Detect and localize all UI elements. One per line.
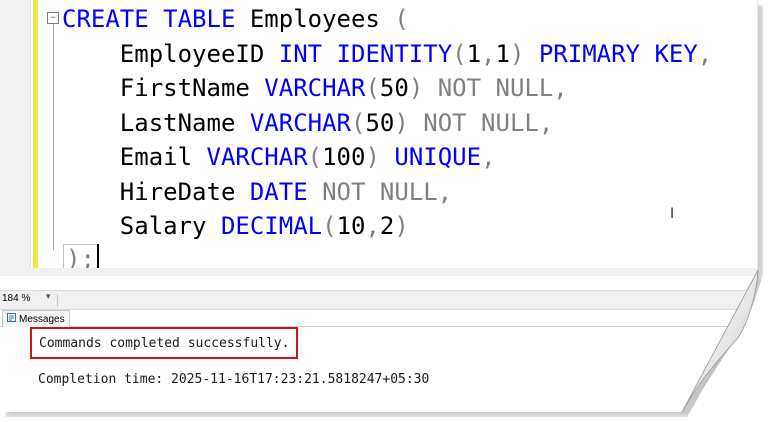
completion-time: Completion time: 2025-11-16T17:23:21.581… — [38, 372, 430, 387]
sql-code[interactable]: CREATE TABLE Employees ( EmployeeID INT … — [62, 2, 712, 244]
outline-guide-line — [53, 20, 54, 250]
code-token: , — [365, 212, 380, 240]
zoom-level[interactable]: 184 % — [2, 293, 30, 304]
code-token: 10 — [336, 212, 366, 240]
code-token: VARCHAR — [264, 74, 366, 102]
code-token: 2 — [379, 212, 395, 240]
code-token: VARCHAR — [206, 143, 308, 171]
code-token: , — [697, 39, 713, 68]
code-line[interactable]: CREATE TABLE Employees ( — [62, 2, 712, 37]
code-token: ( — [452, 39, 467, 68]
success-highlight-box: Commands completed successfully. — [30, 327, 299, 359]
code-line[interactable]: FirstName VARCHAR(50) NOT NULL, — [62, 71, 712, 106]
code-token: 100 — [322, 143, 366, 171]
code-token: ( — [351, 108, 366, 137]
vertical-scrollbar[interactable] — [757, 0, 758, 268]
code-token: , — [481, 39, 496, 68]
editor-margin — [0, 0, 31, 268]
code-token: HireDate — [62, 177, 250, 206]
zoom-dropdown-icon[interactable]: ▾ — [46, 292, 51, 302]
code-line[interactable]: Email VARCHAR(100) UNIQUE, — [62, 140, 712, 175]
code-line[interactable]: EmployeeID INT IDENTITY(1,1) PRIMARY KEY… — [62, 37, 712, 72]
code-token: Email — [62, 143, 207, 171]
code-token: VARCHAR — [249, 108, 351, 137]
messages-icon — [7, 313, 16, 325]
code-token: ( — [307, 143, 323, 171]
code-token: 50 — [365, 108, 395, 137]
code-line[interactable]: HireDate DATE NOT NULL, — [62, 175, 712, 210]
code-token: EmployeeID — [62, 39, 279, 68]
success-message: Commands completed successfully. — [39, 335, 290, 351]
code-token: PRIMARY KEY — [524, 39, 698, 68]
code-token: ) — [408, 74, 424, 102]
change-tracking-bar — [33, 0, 38, 276]
tab-messages-label: Messages — [19, 313, 65, 325]
code-token: NOT NULL, — [423, 74, 568, 102]
zoom-separator — [57, 294, 58, 307]
code-line[interactable]: LastName VARCHAR(50) NOT NULL, — [62, 106, 712, 141]
code-token: ) — [394, 108, 409, 137]
page-curl — [681, 269, 759, 413]
code-token: 50 — [379, 74, 409, 102]
code-token: Salary — [62, 212, 221, 240]
code-token: ) — [365, 143, 380, 171]
code-token: ) — [509, 39, 525, 68]
code-token: FirstName — [62, 74, 265, 102]
code-token: NOT NULL, — [408, 108, 554, 137]
code-token: UNIQUE — [379, 143, 482, 171]
code-token: , — [481, 143, 496, 171]
ibeam-cursor-icon: I — [670, 206, 675, 222]
code-token: 1 — [495, 39, 510, 68]
code-token: ( — [322, 212, 337, 240]
code-token: Employees — [235, 5, 395, 33]
code-token: ) — [394, 212, 409, 240]
tab-messages[interactable]: Messages — [2, 310, 70, 327]
code-token: ( — [365, 74, 380, 102]
code-token: NOT NULL, — [307, 177, 453, 206]
code-token: 1 — [466, 39, 482, 68]
query-editor[interactable]: − CREATE TABLE Employees ( EmployeeID IN… — [0, 0, 758, 290]
collapse-icon[interactable]: − — [47, 12, 59, 24]
code-token: DECIMAL — [220, 212, 323, 240]
code-token: CREATE TABLE — [62, 5, 236, 33]
code-line[interactable]: Salary DECIMAL(10,2) — [62, 209, 712, 244]
code-token: DATE — [249, 177, 308, 206]
code-token: LastName — [62, 108, 250, 137]
code-token: ( — [394, 5, 409, 33]
code-token: INT IDENTITY — [278, 39, 453, 68]
